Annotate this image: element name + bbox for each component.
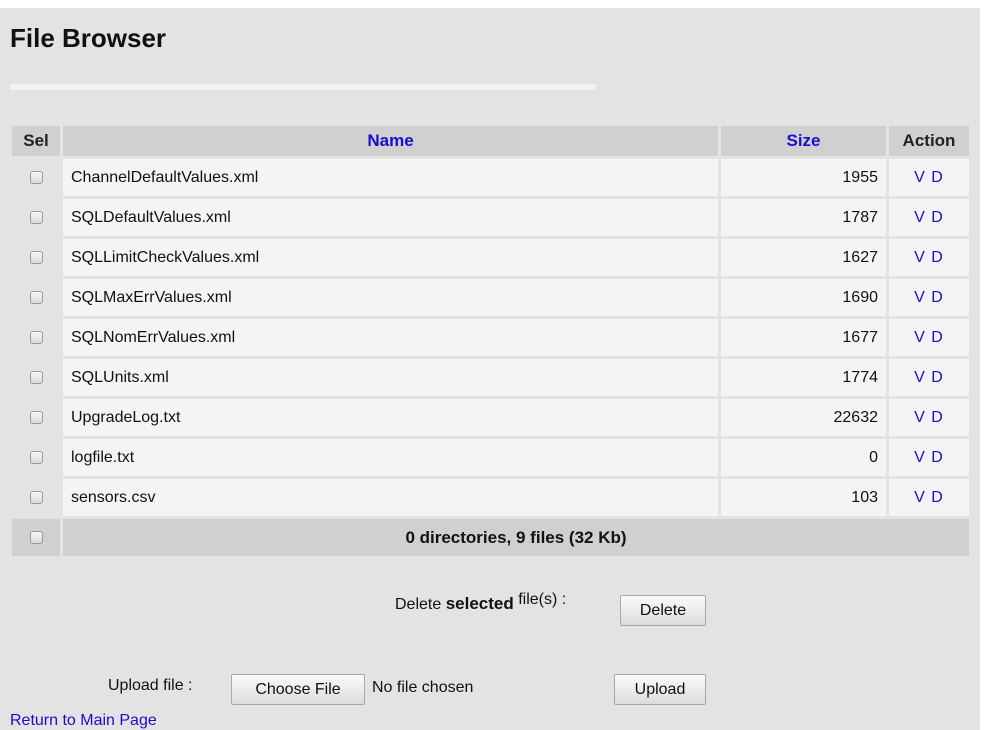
select-cell — [12, 479, 63, 516]
row-select-checkbox[interactable] — [29, 370, 43, 384]
row-select-checkbox[interactable] — [29, 330, 43, 344]
column-header-action: Action — [889, 126, 969, 156]
table-row: SQLUnits.xml 1774 V D — [12, 359, 969, 396]
view-delete-links[interactable]: V D — [914, 329, 944, 346]
file-actions: V D — [889, 479, 969, 516]
file-size: 1774 — [721, 359, 889, 396]
file-actions: V D — [889, 359, 969, 396]
file-summary: 0 directories, 9 files (32 Kb) — [63, 519, 969, 556]
file-name: ChannelDefaultValues.xml — [63, 159, 721, 196]
choose-file-button[interactable]: Choose File — [231, 674, 365, 705]
file-actions: V D — [889, 159, 969, 196]
file-actions: V D — [889, 199, 969, 236]
upload-label: Upload file : — [108, 677, 193, 694]
view-delete-links[interactable]: V D — [914, 209, 944, 226]
title-divider — [10, 84, 596, 90]
row-select-checkbox[interactable] — [29, 210, 43, 224]
table-row: SQLMaxErrValues.xml 1690 V D — [12, 279, 969, 316]
return-to-main-link[interactable]: Return to Main Page — [10, 712, 157, 730]
table-header-row: Sel Name Size Action — [12, 126, 969, 156]
select-all-cell — [12, 519, 63, 556]
file-size: 1627 — [721, 239, 889, 276]
view-delete-links[interactable]: V D — [914, 289, 944, 306]
row-select-checkbox[interactable] — [29, 490, 43, 504]
table-row: SQLDefaultValues.xml 1787 V D — [12, 199, 969, 236]
table-row: SQLNomErrValues.xml 1677 V D — [12, 319, 969, 356]
select-cell — [12, 239, 63, 276]
select-cell — [12, 319, 63, 356]
file-size: 1787 — [721, 199, 889, 236]
view-delete-links[interactable]: V D — [914, 369, 944, 386]
column-header-size[interactable]: Size — [721, 126, 889, 156]
file-name: SQLDefaultValues.xml — [63, 199, 721, 236]
file-table: Sel Name Size Action ChannelDefaultValue… — [12, 123, 969, 559]
select-cell — [12, 199, 63, 236]
row-select-checkbox[interactable] — [29, 250, 43, 264]
select-cell — [12, 399, 63, 436]
delete-label-prefix: Delete — [395, 596, 442, 613]
table-row: ChannelDefaultValues.xml 1955 V D — [12, 159, 969, 196]
row-select-checkbox[interactable] — [29, 410, 43, 424]
select-all-checkbox[interactable] — [29, 530, 43, 544]
delete-label-selected: selected — [445, 594, 514, 613]
column-header-sel: Sel — [12, 126, 63, 156]
row-select-checkbox[interactable] — [29, 290, 43, 304]
table-row: SQLLimitCheckValues.xml 1627 V D — [12, 239, 969, 276]
file-name: SQLNomErrValues.xml — [63, 319, 721, 356]
table-row: UpgradeLog.txt 22632 V D — [12, 399, 969, 436]
page-title: File Browser — [10, 23, 167, 53]
file-status-text: No file chosen — [372, 679, 474, 696]
file-name: logfile.txt — [63, 439, 721, 476]
summary-row: 0 directories, 9 files (32 Kb) — [12, 519, 969, 556]
file-name: SQLLimitCheckValues.xml — [63, 239, 721, 276]
file-size: 1955 — [721, 159, 889, 196]
file-name: SQLMaxErrValues.xml — [63, 279, 721, 316]
file-name: sensors.csv — [63, 479, 721, 516]
delete-button[interactable]: Delete — [620, 595, 706, 626]
select-cell — [12, 279, 63, 316]
view-delete-links[interactable]: V D — [914, 449, 944, 466]
file-actions: V D — [889, 439, 969, 476]
delete-label-suffix: file(s) : — [518, 591, 567, 608]
view-delete-links[interactable]: V D — [914, 249, 944, 266]
upload-button[interactable]: Upload — [614, 674, 706, 705]
select-cell — [12, 359, 63, 396]
file-size: 22632 — [721, 399, 889, 436]
file-size: 0 — [721, 439, 889, 476]
file-size: 1677 — [721, 319, 889, 356]
file-size: 1690 — [721, 279, 889, 316]
select-cell — [12, 439, 63, 476]
row-select-checkbox[interactable] — [29, 170, 43, 184]
column-header-name[interactable]: Name — [63, 126, 721, 156]
delete-label: Delete selected file(s) : — [395, 591, 567, 614]
view-delete-links[interactable]: V D — [914, 409, 944, 426]
view-delete-links[interactable]: V D — [914, 489, 944, 506]
file-actions: V D — [889, 239, 969, 276]
file-rows: ChannelDefaultValues.xml 1955 V D SQLDefaul… — [12, 159, 969, 556]
file-actions: V D — [889, 319, 969, 356]
file-name: UpgradeLog.txt — [63, 399, 721, 436]
view-delete-links[interactable]: V D — [914, 169, 944, 186]
file-actions: V D — [889, 399, 969, 436]
file-name: SQLUnits.xml — [63, 359, 721, 396]
table-row: sensors.csv 103 V D — [12, 479, 969, 516]
file-size: 103 — [721, 479, 889, 516]
row-select-checkbox[interactable] — [29, 450, 43, 464]
select-cell — [12, 159, 63, 196]
file-actions: V D — [889, 279, 969, 316]
table-row: logfile.txt 0 V D — [12, 439, 969, 476]
